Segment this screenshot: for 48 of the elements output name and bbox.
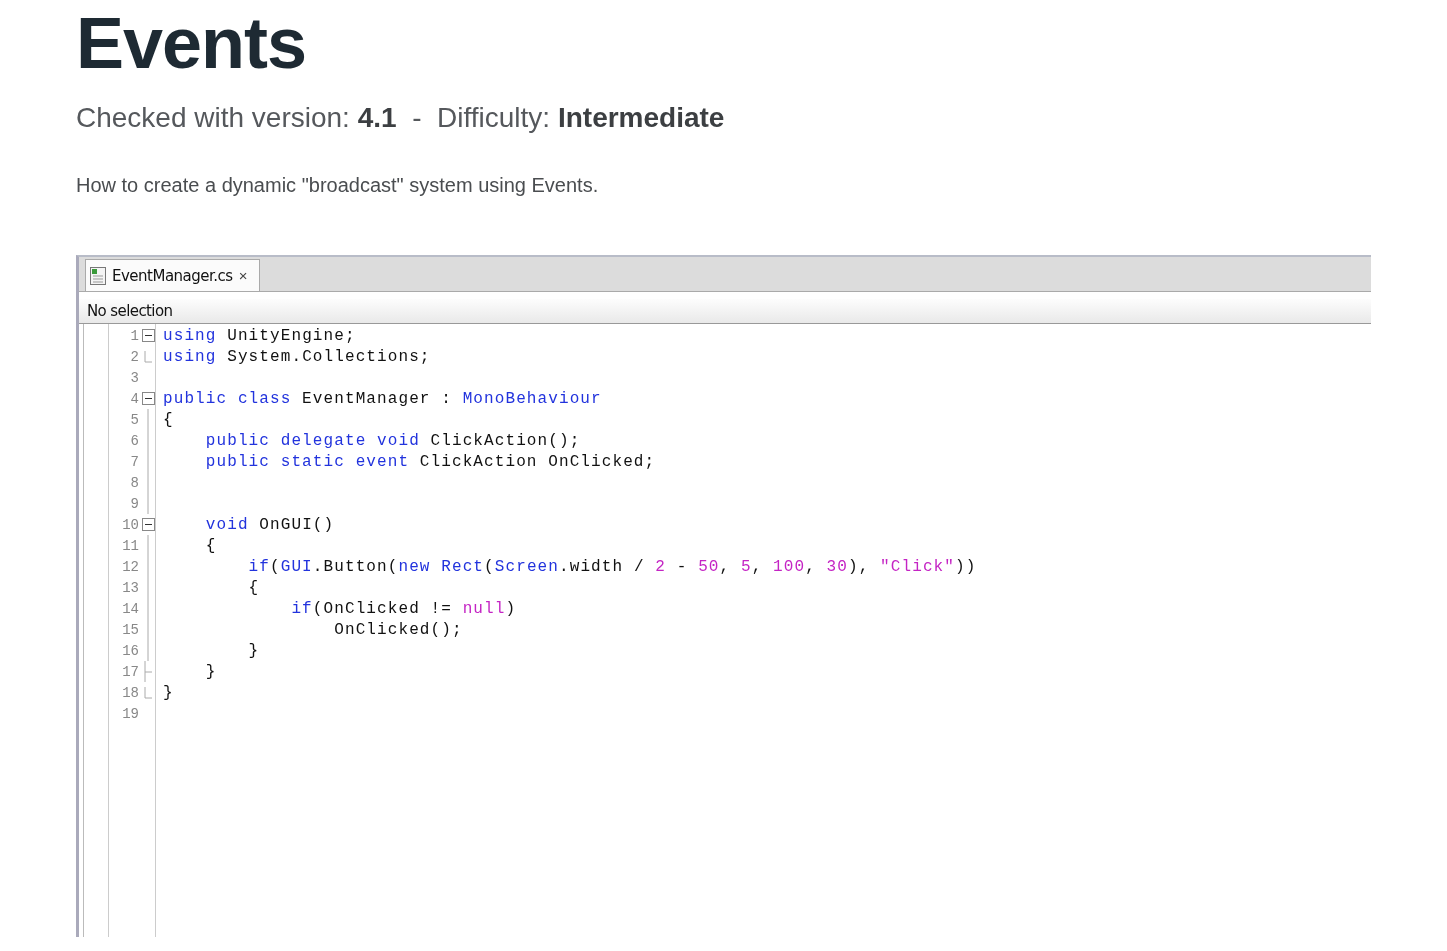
code-line: {: [204, 536, 217, 555]
line-number: 1: [129, 327, 139, 344]
fold-end-mark: [144, 350, 152, 363]
line-number: 2: [129, 348, 139, 365]
code-line: }: [162, 683, 174, 702]
code-line: public static event ClickAction OnClicked;: [204, 452, 656, 471]
line-number: 16: [121, 642, 139, 659]
collapse-icon[interactable]: [141, 392, 155, 405]
file-icon: [90, 266, 106, 285]
code-line: OnClicked();: [333, 620, 463, 639]
line-number: 3: [129, 369, 139, 386]
collapse-icon[interactable]: [141, 329, 155, 342]
line-number: 5: [129, 411, 139, 428]
code-line: }: [247, 641, 260, 660]
tab-label: EventManager.cs: [112, 266, 233, 285]
line-number: 17: [121, 663, 139, 680]
close-icon[interactable]: ×: [238, 267, 248, 284]
line-number: 10: [121, 516, 139, 533]
line-number: 12: [121, 558, 139, 575]
line-number: 13: [121, 579, 139, 596]
code-line: {: [247, 578, 260, 597]
code-line: void OnGUI(): [204, 515, 335, 534]
code-line: {: [162, 410, 174, 429]
description-text: How to create a dynamic "broadcast" system using Events.: [76, 174, 600, 197]
line-number: 19: [121, 705, 139, 722]
version-difficulty-text: Checked with version: 4.1 - Difficulty: Intermediate: [76, 102, 726, 134]
line-number: 7: [129, 453, 139, 470]
line-number: 9: [129, 495, 139, 512]
code-line: public delegate void ClickAction();: [204, 431, 581, 450]
status-text: No selection: [87, 302, 173, 320]
fold-end-mark: [144, 686, 152, 699]
line-number: 18: [121, 684, 139, 701]
code-line: using UnityEngine;: [162, 326, 356, 345]
line-number: 6: [129, 432, 139, 449]
page-title: Events: [76, 2, 308, 84]
line-number: 8: [129, 474, 139, 491]
fold-branch-mark: [144, 661, 152, 682]
code-line: public class EventManager : MonoBehaviour: [162, 389, 602, 408]
code-line: using System.Collections;: [162, 347, 431, 366]
code-line: if(OnClicked != null): [290, 599, 517, 618]
line-number: 4: [129, 390, 139, 407]
file-tab[interactable]: EventManager.cs ×: [85, 259, 261, 291]
collapse-icon[interactable]: [141, 518, 155, 531]
line-number: 14: [121, 600, 139, 617]
code-line: if(GUI.Button(new Rect(Screen.width / 2 - 50, 5, 100, 30), "Click")): [247, 557, 977, 576]
code-line: }: [204, 662, 217, 681]
line-number: 11: [121, 537, 139, 554]
line-number: 15: [121, 621, 139, 638]
